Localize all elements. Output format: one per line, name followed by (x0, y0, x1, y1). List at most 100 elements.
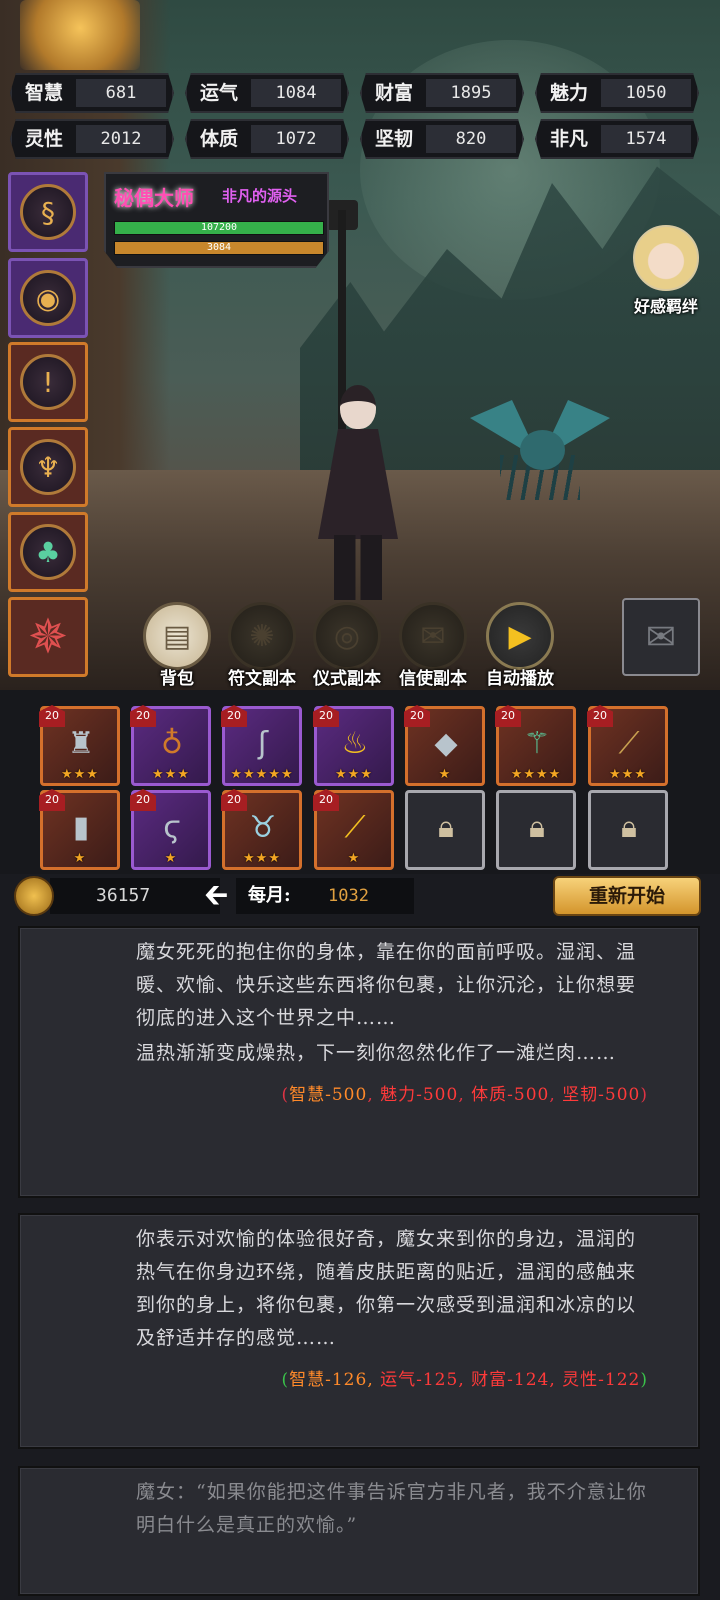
stat-label: 财富 (374, 82, 413, 104)
effect-line: (智慧-126, 运气-125, 财富-124, 灵性-122) (281, 1370, 648, 1390)
affinity-button[interactable]: 好感羁绊 (620, 225, 712, 317)
action-label: 信使副本 (399, 669, 467, 689)
equipment-slot[interactable]: 20 ▮ ★ (39, 789, 120, 870)
stat-label: 灵性 (24, 128, 63, 150)
messenger-dungeon-button[interactable]: ✉ 信使副本 (393, 602, 473, 689)
monthly-income: 每月: 1032 (236, 878, 414, 914)
story-card: 魔女死死的抱住你的身体，靠在你的面前呼吸。湿润、温暖、欢愉、快乐这些东西将你包裹… (18, 926, 700, 1198)
envelope-icon: ✉ (399, 602, 467, 670)
restart-button[interactable]: 重新开始 (553, 876, 701, 916)
sequence-rank: 秘偶大师 (114, 186, 194, 210)
mail-button[interactable]: ✉ (622, 598, 700, 676)
skill-button-serpent[interactable]: § (8, 172, 88, 252)
effect-item: 坚韧-500 (562, 1085, 641, 1105)
locked-slot[interactable]: 🔒︎ (405, 790, 485, 870)
skill-button-eye[interactable]: ◉ (8, 258, 88, 338)
gold-coin-icon (14, 876, 54, 916)
mp-bar: 3084 (114, 241, 324, 255)
exclamation-icon: ! (20, 354, 76, 410)
star-rating: ★★★ (61, 767, 99, 782)
skill-button-flame[interactable]: ✵ (8, 597, 88, 677)
rank-subtitle: 非凡的源头 (222, 187, 298, 205)
serpent-icon: § (20, 184, 76, 240)
stat-label: 体质 (199, 128, 238, 150)
necklace-icon: ♁ (161, 725, 183, 761)
action-label: 仪式副本 (313, 669, 381, 689)
mail-icon: ✉ (645, 616, 677, 658)
star-rating: ★★★ (335, 767, 373, 782)
star-rating: ★★★ (243, 851, 281, 866)
skill-button-wings[interactable]: ♆ (8, 427, 88, 507)
story-text: 魔女：“如果你能把这件事告诉官方非凡者，我不介意让你明白什么是真正的欢愉。” (136, 1481, 647, 1536)
stat-charm: 魅力 1050 (535, 73, 699, 113)
lit-window (20, 0, 140, 70)
effect-item: 财富-124 (471, 1370, 550, 1390)
eye-icon: ◎ (313, 602, 381, 670)
story-text: 温热渐渐变成燥热，下一刻你忽然化作了一滩烂肉…… (136, 1042, 617, 1064)
action-label: 自动播放 (486, 669, 554, 689)
equipment-slot[interactable]: 20 ʃ ★★★★★ (221, 705, 302, 786)
stat-toughness: 坚韧 820 (360, 119, 524, 159)
effect-item: 体质-500 (471, 1085, 550, 1105)
star-rating: ★ (164, 851, 178, 866)
effect-item: 运气-125 (380, 1370, 459, 1390)
stat-beyonder: 非凡 1574 (535, 119, 699, 159)
ritual-dungeon-button[interactable]: ◎ 仪式副本 (307, 602, 387, 689)
locked-slot[interactable]: 🔒︎ (588, 790, 668, 870)
effect-item: 魅力-500 (380, 1085, 459, 1105)
effect-item: 智慧-500 (289, 1085, 368, 1105)
equipment-slot[interactable]: 20 ♨ ★★★ (313, 705, 394, 786)
stat-wealth: 财富 1895 (360, 73, 524, 113)
locked-slot[interactable]: 🔒︎ (496, 790, 576, 870)
autoplay-button[interactable]: ▶ 自动播放 (480, 602, 560, 689)
candle-icon: ♨ (341, 725, 369, 761)
star-rating: ★ (347, 851, 361, 866)
affinity-label: 好感羁绊 (633, 297, 698, 316)
equipment-slot[interactable]: 20 ♜ ★★★ (39, 705, 120, 786)
winged-emblem-icon: ♆ (20, 439, 76, 495)
equipment-slot[interactable]: 20 ◆ ★ (404, 705, 485, 786)
equipment-slot[interactable]: 20 ϛ ★ (130, 789, 211, 870)
eye-sigil-icon: ◉ (20, 270, 76, 326)
equipment-slot[interactable]: 20 ⟋ ★ (313, 789, 394, 870)
hook-icon: ʃ (257, 725, 269, 761)
title-plate: 秘偶大师 非凡的源头 107200 3084 (104, 172, 329, 268)
equipment-slot[interactable]: 20 ⟋ ★★★ (587, 705, 668, 786)
stat-value: 1050 (601, 79, 691, 107)
scepter-icon: ⚚ (523, 725, 551, 761)
lock-icon: 🔒︎ (529, 809, 545, 845)
star-rating: ★★★★ (510, 767, 562, 782)
equipment-slot[interactable]: 20 ♉ ★★★ (221, 789, 302, 870)
action-label: 背包 (160, 669, 194, 689)
skill-button-lantern[interactable]: ♣ (8, 512, 88, 592)
rune-dungeon-button[interactable]: ✺ 符文副本 (222, 602, 302, 689)
currency-row: 36157 🡰 每月: 1032 (14, 876, 434, 916)
stat-label: 魅力 (549, 82, 588, 104)
scroll-icon: ▤ (143, 602, 211, 670)
effect-line: (智慧-500, 魅力-500, 体质-500, 坚韧-500) (281, 1085, 648, 1105)
staff-icon: ⟋ (618, 725, 640, 761)
play-icon: ▶ (486, 602, 554, 670)
stat-value: 1084 (251, 79, 341, 107)
star-rating: ★★★ (152, 767, 190, 782)
enemy-creature (470, 395, 610, 505)
stat-value: 1574 (601, 125, 691, 153)
stat-value: 681 (76, 79, 166, 107)
equipment-slot[interactable]: 20 ♁ ★★★ (130, 705, 211, 786)
action-label: 符文副本 (228, 669, 296, 689)
stat-value: 1895 (426, 79, 516, 107)
stat-label: 运气 (199, 82, 238, 104)
star-rating: ★★★★★ (230, 767, 294, 782)
stat-value: 820 (426, 125, 516, 153)
equipment-slot[interactable]: 20 ⚚ ★★★★ (495, 705, 576, 786)
skill-button-alert[interactable]: ! (8, 342, 88, 422)
stat-label: 坚韧 (374, 128, 413, 150)
gold-amount: 36157 (50, 878, 220, 914)
flame-star-icon: ✵ (27, 609, 69, 665)
story-text: 魔女死死的抱住你的身体，靠在你的面前呼吸。湿润、温暖、欢愉、快乐这些东西将你包裹… (136, 941, 637, 1029)
tablet-icon: ◆ (434, 725, 458, 761)
stat-value: 1072 (251, 125, 341, 153)
backpack-button[interactable]: ▤ 背包 (137, 602, 217, 689)
stat-spirit: 灵性 2012 (10, 119, 174, 159)
stat-label: 非凡 (549, 128, 588, 150)
